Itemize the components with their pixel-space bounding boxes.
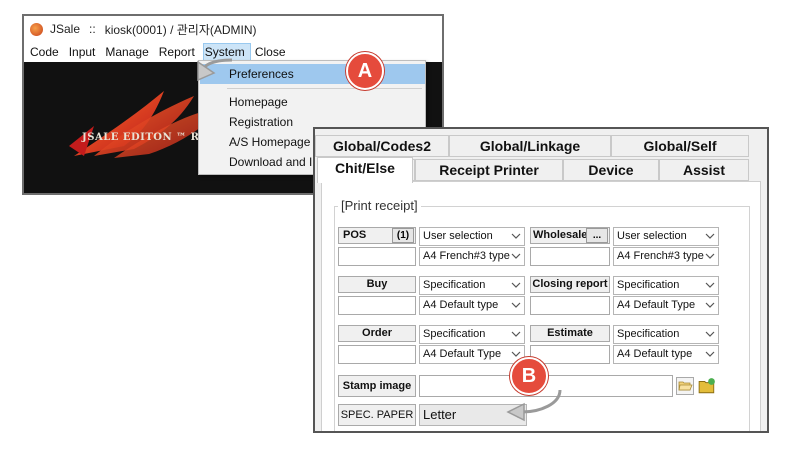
menu-system[interactable]: System [202,43,251,61]
chevron-down-icon [705,282,715,288]
closing-report-label: Closing report [530,276,610,293]
buy-select-2[interactable]: A4 Default type [419,296,525,315]
closing-select-1[interactable]: Specification [613,276,719,295]
chevron-down-icon [511,351,521,357]
pos-select-2[interactable]: A4 French#3 type [419,247,525,266]
wholesale-input[interactable] [530,247,610,266]
chevron-down-icon [513,412,523,418]
estimate-label: Estimate [530,325,610,342]
folder-icon[interactable] [698,377,716,395]
buy-select-2-value: A4 Default type [423,299,499,311]
buy-select-1[interactable]: Specification [419,276,525,295]
menu-separator [227,88,422,89]
order-select-1-value: Specification [423,328,486,340]
callout-b: B [510,357,548,395]
tab-chit-else[interactable]: Chit/Else [317,157,413,183]
menu-item-homepage[interactable]: Homepage [200,92,425,112]
tab-global-linkage[interactable]: Global/Linkage [449,135,611,157]
pos-select-1-value: User selection [423,230,493,242]
callout-a: A [346,52,384,90]
wholesale-more-button[interactable]: ... [586,228,608,243]
logo-text: JSALE EDITON ™ RE [82,132,208,143]
menu-manage[interactable]: Manage [103,43,154,61]
spec-paper-label: SPEC. PAPER [338,404,416,426]
chevron-down-icon [705,351,715,357]
order-select-2[interactable]: A4 Default Type [419,345,525,364]
order-input[interactable] [338,345,416,364]
chevron-down-icon [705,302,715,308]
order-select-2-value: A4 Default Type [423,348,502,360]
tab-assist[interactable]: Assist [659,159,749,181]
wholesale-select-1[interactable]: User selection [613,227,719,246]
pos-input[interactable] [338,247,416,266]
pos-label-text: POS [343,229,367,241]
order-select-1[interactable]: Specification [419,325,525,344]
window-title: kiosk(0001) / 관리자(ADMIN) [104,22,257,37]
chevron-down-icon [511,302,521,308]
title-bar: JSale :: kiosk(0001) / 관리자(ADMIN) [24,16,442,42]
tab-panel: [Print receipt] POS (1) User selection A… [321,181,761,431]
estimate-select-1[interactable]: Specification [613,325,719,344]
chevron-down-icon [705,331,715,337]
chevron-down-icon [705,233,715,239]
menu-code[interactable]: Code [28,43,65,61]
wholesale-select-1-value: User selection [617,230,687,242]
tab-device[interactable]: Device [563,159,659,181]
chevron-down-icon [511,233,521,239]
closing-report-input[interactable] [530,296,610,315]
tab-receipt-printer[interactable]: Receipt Printer [415,159,563,181]
title-separator: :: [89,22,96,36]
estimate-select-2[interactable]: A4 Default type [613,345,719,364]
chevron-down-icon [511,331,521,337]
estimate-select-1-value: Specification [617,328,680,340]
wholesale-label-text: Wholesale [533,229,588,241]
closing-select-1-value: Specification [617,279,680,291]
order-label: Order [338,325,416,342]
closing-select-2-value: A4 Default Type [617,299,696,311]
wholesale-select-2[interactable]: A4 French#3 type [613,247,719,266]
chevron-down-icon [511,282,521,288]
wholesale-select-2-value: A4 French#3 type [617,250,704,262]
closing-select-2[interactable]: A4 Default Type [613,296,719,315]
folder-open-icon [678,381,693,391]
folder-green-icon [698,378,715,394]
spec-paper-value: Letter [423,407,457,422]
menu-item-preferences[interactable]: Preferences [200,64,425,84]
pos-select-1[interactable]: User selection [419,227,525,246]
stamp-image-label: Stamp image [338,375,416,397]
group-label: [Print receipt] [338,198,421,213]
app-icon [30,22,43,36]
estimate-select-2-value: A4 Default type [617,348,693,360]
menu-report[interactable]: Report [157,43,201,61]
app-name: JSale [50,22,81,36]
estimate-input[interactable] [530,345,610,364]
tab-global-codes2[interactable]: Global/Codes2 [315,135,449,157]
pos-count-badge[interactable]: (1) [392,228,414,243]
chevron-down-icon [705,253,715,259]
tab-global-self[interactable]: Global/Self [611,135,749,157]
buy-input[interactable] [338,296,416,315]
buy-select-1-value: Specification [423,279,486,291]
spec-paper-select[interactable]: Letter [419,404,527,426]
menu-input[interactable]: Input [67,43,102,61]
buy-label: Buy [338,276,416,293]
browse-folder-button[interactable] [676,377,694,395]
chevron-down-icon [511,253,521,259]
pos-select-2-value: A4 French#3 type [423,250,510,262]
menu-close[interactable]: Close [253,43,292,61]
